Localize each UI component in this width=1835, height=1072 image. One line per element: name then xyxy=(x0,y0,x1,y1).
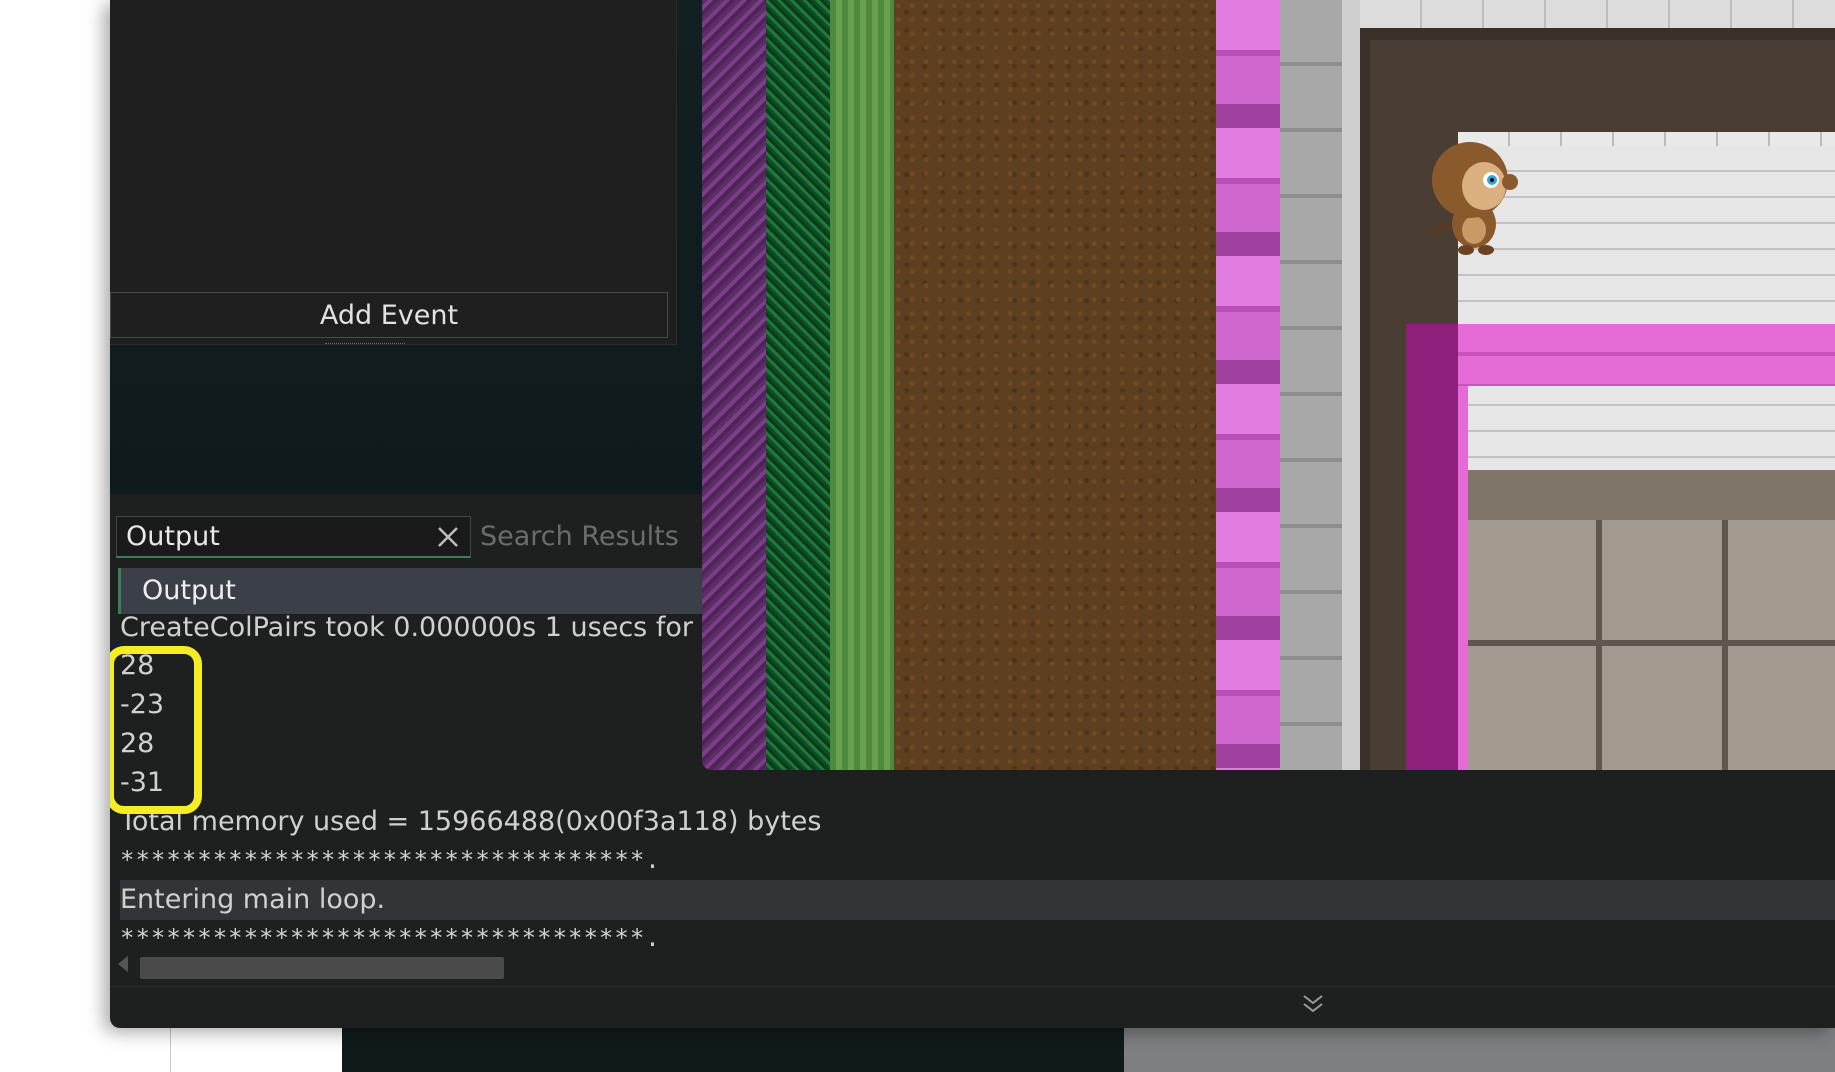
top-brick-row xyxy=(1360,0,1835,28)
magenta-brick-band xyxy=(1458,324,1835,386)
background-window-strip xyxy=(342,1028,1124,1072)
divider xyxy=(110,986,1835,987)
output-line: **********************************. xyxy=(120,924,661,952)
dirt-path xyxy=(894,0,1216,770)
chevron-double-down-icon[interactable] xyxy=(1300,992,1326,1016)
arrow-left-icon[interactable] xyxy=(118,956,128,972)
events-panel: Add Event xyxy=(110,0,677,345)
wall-edge xyxy=(1342,0,1360,770)
output-line: **********************************. xyxy=(120,846,661,874)
resize-handle[interactable] xyxy=(325,343,405,347)
dark-grass-column xyxy=(766,0,830,770)
output-line: CreateColPairs took 0.000000s 1 usecs fo… xyxy=(120,612,744,643)
tab-search-results[interactable]: Search Results xyxy=(480,516,679,558)
purple-tile-column xyxy=(702,0,766,770)
magenta-column xyxy=(1406,324,1458,770)
output-line: Total memory used = 15966488(0x00f3a118)… xyxy=(120,806,822,837)
highlight-annotation xyxy=(110,646,202,814)
magenta-strip xyxy=(1458,386,1468,770)
grey-stone-column xyxy=(1280,0,1342,770)
output-line-selected[interactable]: Entering main loop. xyxy=(120,882,385,918)
window-edge-line xyxy=(170,1028,171,1072)
output-search-value: Output xyxy=(126,521,220,552)
events-list xyxy=(110,0,672,284)
background-window-strip-grey xyxy=(1124,1028,1835,1072)
scrollbar-thumb[interactable] xyxy=(140,957,504,979)
add-event-button[interactable]: Add Event xyxy=(110,292,668,338)
tile-border-row xyxy=(1468,470,1835,520)
pink-brick-column xyxy=(1216,0,1280,770)
tab-output-label: Output xyxy=(142,575,236,606)
light-grass-column xyxy=(830,0,894,770)
close-icon[interactable] xyxy=(434,523,462,551)
tile-grid-line xyxy=(1468,640,1835,646)
monkey-character-icon xyxy=(1428,142,1518,255)
game-preview-window[interactable] xyxy=(702,0,1835,770)
